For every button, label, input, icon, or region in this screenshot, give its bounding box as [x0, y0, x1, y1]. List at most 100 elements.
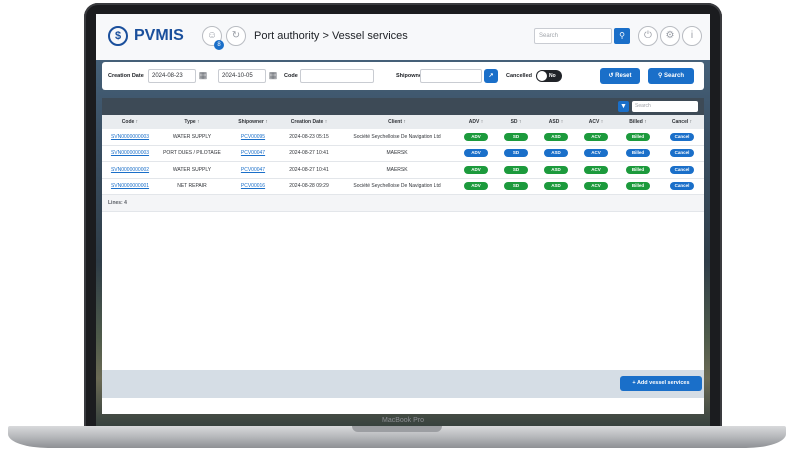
billed-button[interactable]: Billed — [626, 165, 650, 174]
row-type: PORT DUES / PILOTAGE — [158, 145, 226, 162]
cancel-button[interactable]: Cancel — [669, 182, 695, 191]
table-row[interactable]: SVN0000000001 NET REPAIR PCV00016 2024-0… — [102, 178, 704, 195]
cancelled-label: Cancelled — [506, 73, 532, 79]
asd-button[interactable]: ASD — [544, 132, 568, 141]
reset-button-label: Reset — [615, 73, 632, 79]
code-input[interactable] — [300, 69, 374, 83]
row-client: Société Seychelloise De Navigation Ltd — [338, 178, 456, 195]
table-row[interactable]: SVN0000000003 WATER SUPPLY PCV00095 2024… — [102, 129, 704, 146]
column-header-sd[interactable]: SD ↑ — [496, 115, 536, 129]
app-screen: $ PVMIS ☺ 8 ↻ Port authority > Vessel se… — [96, 14, 710, 428]
calendar-icon[interactable]: ▦ — [198, 70, 208, 81]
row-shipowner-link[interactable]: PCV00016 — [241, 183, 265, 189]
lines-count: Lines: 4 — [102, 194, 704, 212]
table-header-row: Code ↑ Type ↑ Shipowner ↑ Creation Date … — [102, 115, 704, 129]
acv-button[interactable]: ACV — [584, 182, 608, 191]
filter-icon[interactable]: ▼ — [618, 101, 629, 112]
billed-button[interactable]: Billed — [626, 132, 650, 141]
row-client: Société Seychelloise De Navigation Ltd — [338, 129, 456, 146]
billed-button[interactable]: Billed — [626, 149, 650, 158]
column-header-client[interactable]: Client ↑ — [338, 115, 456, 129]
sd-button[interactable]: SD — [504, 165, 528, 174]
row-code-link[interactable]: SVN0000000003 — [111, 150, 149, 156]
sd-button[interactable]: SD — [504, 132, 528, 141]
creation-date-label: Creation Date — [108, 73, 144, 79]
column-header-billed[interactable]: Billed ↑ — [616, 115, 660, 129]
search-button-label: Search — [664, 73, 685, 79]
asd-button[interactable]: ASD — [544, 182, 568, 191]
app-header: $ PVMIS ☺ 8 ↻ Port authority > Vessel se… — [96, 14, 710, 60]
column-header-shipowner[interactable]: Shipowner ↑ — [226, 115, 280, 129]
column-header-asd[interactable]: ASD ↑ — [536, 115, 576, 129]
cancel-button[interactable]: Cancel — [669, 132, 695, 141]
column-header-type[interactable]: Type ↑ — [158, 115, 226, 129]
row-client: MAERSK — [338, 145, 456, 162]
header-search-button[interactable]: ⚲ — [614, 28, 630, 44]
search-button[interactable]: ⚲ Search — [648, 68, 694, 84]
asd-button[interactable]: ASD — [544, 149, 568, 158]
app-logo-text: PVMIS — [134, 27, 184, 44]
row-shipowner-link[interactable]: PCV00047 — [241, 167, 265, 173]
date-to-input[interactable]: 2024-10-05 — [218, 69, 266, 83]
laptop-notch — [352, 426, 442, 432]
table-search-input[interactable]: Search — [632, 101, 698, 112]
row-type: NET REPAIR — [158, 178, 226, 195]
header-search-input[interactable]: Search — [534, 28, 612, 44]
billed-button[interactable]: Billed — [626, 182, 650, 191]
table-footer: + Add vessel services — [102, 370, 704, 398]
toggle-text: No — [549, 73, 556, 79]
logo-icon: $ — [108, 26, 128, 46]
row-code-link[interactable]: SVN0000000001 — [111, 183, 149, 189]
sd-button[interactable]: SD — [504, 149, 528, 158]
settings-icon[interactable]: ⚙ — [660, 26, 680, 46]
row-client: MAERSK — [338, 161, 456, 179]
shipowner-input[interactable] — [420, 69, 482, 83]
adv-button[interactable]: ADV — [464, 149, 488, 158]
row-type: WATER SUPPLY — [158, 161, 226, 179]
row-date: 2024-08-27 10:41 — [280, 161, 338, 179]
asd-button[interactable]: ASD — [544, 165, 568, 174]
date-from-input[interactable]: 2024-08-23 — [148, 69, 196, 83]
lines-count-row: Lines: 4 — [102, 194, 704, 212]
table-toolbar: ▼ Search — [102, 98, 704, 115]
notification-badge: 8 — [214, 40, 224, 50]
shipowner-pick-icon[interactable]: ↗ — [484, 69, 498, 83]
cancel-button[interactable]: Cancel — [669, 165, 695, 174]
add-vessel-services-button[interactable]: + Add vessel services — [620, 376, 702, 391]
column-header-cancel[interactable]: Cancel ↑ — [660, 115, 704, 129]
toggle-knob — [537, 71, 547, 81]
acv-button[interactable]: ACV — [584, 149, 608, 158]
column-header-adv[interactable]: ADV ↑ — [456, 115, 496, 129]
column-header-acv[interactable]: ACV ↑ — [576, 115, 616, 129]
column-header-code[interactable]: Code ↑ — [102, 115, 158, 129]
vessel-services-table: Code ↑ Type ↑ Shipowner ↑ Creation Date … — [102, 115, 704, 212]
table-row[interactable]: SVN0000000002 WATER SUPPLY PCV00047 2024… — [102, 161, 704, 179]
row-shipowner-link[interactable]: PCV00047 — [241, 150, 265, 156]
acv-button[interactable]: ACV — [584, 165, 608, 174]
adv-button[interactable]: ADV — [464, 182, 488, 191]
cancel-button[interactable]: Cancel — [669, 149, 695, 158]
vessel-services-table-panel: ▼ Search Code ↑ Type ↑ Shipowner ↑ Creat… — [102, 98, 704, 414]
row-date: 2024-08-28 09:29 — [280, 178, 338, 195]
cancelled-toggle[interactable]: No — [536, 70, 562, 82]
refresh-icon[interactable]: ↻ — [226, 26, 246, 46]
row-code-link[interactable]: SVN0000000003 — [111, 134, 149, 140]
row-shipowner-link[interactable]: PCV00095 — [241, 134, 265, 140]
row-date: 2024-08-27 10:41 — [280, 145, 338, 162]
column-header-creation-date[interactable]: Creation Date ↑ — [280, 115, 338, 129]
sd-button[interactable]: SD — [504, 182, 528, 191]
code-label: Code — [284, 73, 298, 79]
reset-button[interactable]: ↺ Reset — [600, 68, 640, 84]
adv-button[interactable]: ADV — [464, 165, 488, 174]
row-date: 2024-08-23 05:15 — [280, 129, 338, 146]
adv-button[interactable]: ADV — [464, 132, 488, 141]
filter-bar: Creation Date 2024-08-23 ▦ 2024-10-05 ▦ … — [102, 62, 704, 90]
row-code-link[interactable]: SVN0000000002 — [111, 167, 149, 173]
info-icon[interactable]: i — [682, 26, 702, 46]
calendar-icon[interactable]: ▦ — [268, 70, 278, 81]
table-row[interactable]: SVN0000000003 PORT DUES / PILOTAGE PCV00… — [102, 145, 704, 162]
breadcrumb: Port authority > Vessel services — [254, 30, 408, 42]
acv-button[interactable]: ACV — [584, 132, 608, 141]
row-type: WATER SUPPLY — [158, 129, 226, 146]
power-icon[interactable]: ⏻ — [638, 26, 658, 46]
